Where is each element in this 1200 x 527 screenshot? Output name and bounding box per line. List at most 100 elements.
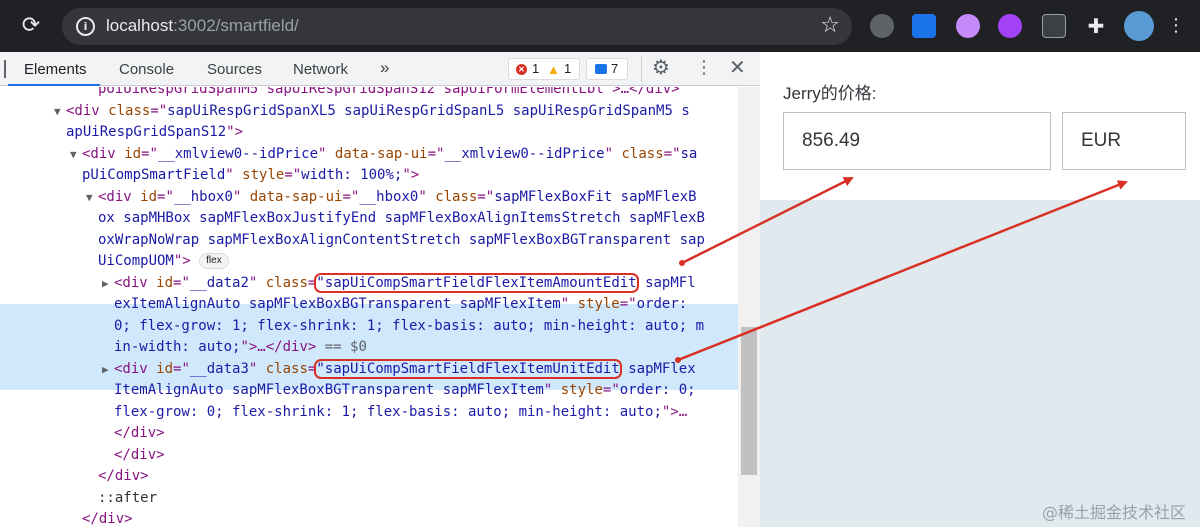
- dom-token: <div: [98, 188, 141, 205]
- dom-token: ": [543, 382, 561, 398]
- dom-line[interactable]: oxWrapNoWrap sapMFlexBoxAlignContentStre…: [98, 230, 705, 252]
- dom-line[interactable]: in-width: auto;">…</div> == $0: [114, 337, 367, 359]
- dom-token: ">…: [661, 403, 688, 420]
- messages-counter[interactable]: 7: [586, 58, 628, 80]
- dom-token: sapUiRespGridSpanXL5 sapUiRespGridSpanL5…: [167, 102, 690, 119]
- expand-triangle-icon[interactable]: ▼: [70, 144, 77, 166]
- dom-line[interactable]: </div>: [98, 466, 149, 488]
- dom-line[interactable]: ▼ <div id="__hbox0" data-sap-ui="__hbox0"…: [86, 187, 697, 209]
- dom-token: <div: [114, 360, 157, 377]
- dom-line[interactable]: </div>: [82, 509, 133, 527]
- dom-tree[interactable]: poiUiRespGridSpanM5 sapUiRespGridSpanS12…: [0, 87, 738, 527]
- dom-token: sapMFlexBoxFit sapMFlexB: [494, 188, 697, 205]
- dom-token: __xmlview0--idPrice: [444, 145, 605, 162]
- dom-token: exItemAlignAuto sapMFlexBoxBGTransparent…: [114, 296, 561, 312]
- dom-token: ::after: [98, 489, 158, 506]
- error-icon: ✕: [516, 64, 527, 75]
- flex-badge[interactable]: flex: [199, 253, 229, 269]
- inspect-cursor-icon[interactable]: [4, 60, 7, 78]
- dom-token: style: [560, 382, 603, 398]
- dom-token: sapMFlex: [619, 360, 696, 377]
- dom-token: ": [225, 167, 243, 183]
- dom-line[interactable]: ▼ <div class="sapUiRespGridSpanXL5 sapUiR…: [54, 101, 690, 123]
- dom-token: =": [157, 188, 174, 205]
- dom-token: ": [418, 188, 436, 205]
- address-bar[interactable]: i localhost:3002/smartfield/ ☆: [62, 8, 852, 45]
- dom-token: class: [265, 360, 308, 377]
- dom-token: UiCompUOM: [98, 253, 174, 269]
- browser-menu-icon[interactable]: ⋮: [1163, 13, 1189, 39]
- close-devtools-icon[interactable]: ✕: [729, 55, 746, 79]
- dom-token: flex-grow: 0; flex-shrink: 1; flex-basis…: [114, 403, 662, 420]
- dom-line[interactable]: ▶ <div id="__data3" class="sapUiCompSmart…: [102, 358, 696, 381]
- dom-token: ": [318, 145, 335, 162]
- toolbar-divider: [641, 56, 642, 82]
- dom-line[interactable]: ▼ <div id="__xmlview0--idPrice" data-sap-…: [70, 144, 697, 166]
- dom-line[interactable]: </div>: [114, 423, 165, 445]
- devtools-menu-icon[interactable]: ⋮: [695, 57, 713, 78]
- extensions-puzzle-icon[interactable]: ✚: [1084, 14, 1108, 38]
- dom-line[interactable]: </div>: [114, 445, 165, 467]
- dom-token: data-sap-ui: [249, 188, 343, 205]
- dom-line[interactable]: UiCompUOM"> flex: [98, 251, 229, 273]
- dom-line[interactable]: exItemAlignAuto sapMFlexBoxBGTransparent…: [114, 294, 687, 316]
- dom-token: =": [150, 102, 168, 119]
- collapsed-triangle-icon[interactable]: ▶: [102, 359, 109, 381]
- profile-avatar[interactable]: [1124, 11, 1154, 41]
- devtools-panel: Elements Console Sources Network » ✕ 1 ▲…: [0, 52, 760, 527]
- expand-triangle-icon[interactable]: ▼: [54, 101, 61, 123]
- dom-token: id: [156, 360, 174, 377]
- amount-input[interactable]: 856.49: [783, 112, 1051, 170]
- tab-sources[interactable]: Sources: [207, 61, 262, 78]
- dom-token: ": [248, 360, 266, 377]
- url-path: :3002/smartfield/: [173, 16, 299, 35]
- price-label: Jerry的价格:: [783, 84, 877, 103]
- bookmark-star-icon[interactable]: ☆: [820, 13, 840, 38]
- extension-code-icon[interactable]: [998, 14, 1022, 38]
- unit-input[interactable]: EUR: [1062, 112, 1186, 170]
- expand-triangle-icon[interactable]: ▼: [86, 187, 93, 209]
- devtools-tabbar: Elements Console Sources Network » ✕ 1 ▲…: [0, 52, 760, 86]
- extension-edit-icon[interactable]: [912, 14, 936, 38]
- scrollbar-thumb[interactable]: [741, 327, 757, 475]
- dom-token: id: [124, 145, 142, 162]
- dom-token: class: [108, 102, 151, 119]
- dom-token: id: [140, 188, 158, 205]
- dom-line[interactable]: pUiCompSmartField" style="width: 100%;">: [82, 165, 419, 187]
- dom-line[interactable]: ::after: [98, 488, 157, 510]
- dom-token: __data2: [189, 274, 249, 291]
- extension-clock-icon[interactable]: [956, 14, 980, 38]
- dom-token: ">: [173, 253, 191, 269]
- tab-network[interactable]: Network: [293, 61, 348, 78]
- dom-token: pUiCompSmartField: [82, 167, 226, 183]
- dom-token: ItemAlignAuto sapMFlexBoxBGTransparent s…: [114, 382, 544, 398]
- active-tab-indicator: [8, 84, 100, 86]
- dom-line[interactable]: flex-grow: 0; flex-shrink: 1; flex-basis…: [114, 402, 687, 424]
- dom-line[interactable]: poiUiRespGridSpanM5 sapUiRespGridSpanS12…: [98, 87, 680, 101]
- dom-token: 0; flex-grow: 1; flex-shrink: 1; flex-ba…: [114, 317, 705, 334]
- more-tabs-icon[interactable]: »: [380, 58, 389, 78]
- dom-token: ">: [402, 167, 420, 183]
- dom-line[interactable]: ItemAlignAuto sapMFlexBoxBGTransparent s…: [114, 380, 696, 402]
- dom-line[interactable]: ▶ <div id="__data2" class="sapUiCompSmart…: [102, 272, 696, 295]
- dom-token: == $0: [316, 339, 367, 355]
- settings-gear-icon[interactable]: ⚙: [652, 55, 670, 79]
- dom-token: </div>: [114, 446, 165, 463]
- dom-token: ": [232, 188, 250, 205]
- dom-token: __xmlview0--idPrice: [157, 145, 319, 162]
- extension-terminal-icon[interactable]: [1042, 14, 1066, 38]
- extension-globe-icon[interactable]: [870, 14, 894, 38]
- collapsed-triangle-icon[interactable]: ▶: [102, 273, 109, 295]
- dom-line[interactable]: ox sapMHBox sapMFlexBoxJustifyEnd sapMFl…: [98, 208, 705, 230]
- warning-icon: ▲: [547, 62, 560, 77]
- dom-token: </div>: [82, 511, 133, 527]
- app-background: [760, 200, 1200, 527]
- site-info-icon[interactable]: i: [76, 17, 95, 36]
- dom-tree-scrollbar[interactable]: [738, 87, 760, 527]
- issues-counter[interactable]: ✕ 1 ▲ 1: [508, 58, 580, 80]
- dom-line[interactable]: apUiRespGridSpanS12">: [66, 122, 243, 144]
- tab-elements[interactable]: Elements: [24, 61, 87, 78]
- tab-console[interactable]: Console: [119, 61, 174, 78]
- dom-line[interactable]: 0; flex-grow: 1; flex-shrink: 1; flex-ba…: [114, 316, 704, 338]
- reload-icon[interactable]: ⟳: [18, 13, 44, 39]
